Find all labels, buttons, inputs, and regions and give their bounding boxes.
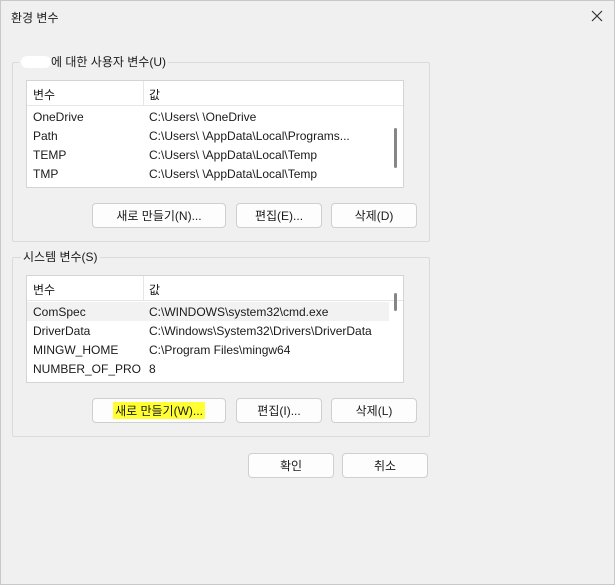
col-header-value[interactable]: 값: [149, 86, 160, 103]
system-edit-button[interactable]: 편집(I)...: [236, 398, 322, 423]
var-value: C:\Windows\System32\Drivers\DriverData: [149, 324, 372, 338]
system-variables-title: 시스템 변수(S): [21, 250, 100, 264]
var-name: TMP: [33, 167, 59, 181]
var-value: C:\Users\ \AppData\Local\Programs...: [149, 129, 350, 143]
user-new-button[interactable]: 새로 만들기(N)...: [92, 203, 226, 228]
col-header-name[interactable]: 변수: [33, 281, 55, 298]
table-row[interactable]: MINGW_HOME C:\Program Files\mingw64: [27, 340, 389, 359]
environment-variables-dialog: 환경 변수 에 대한 사용자 변수(U) 변수 값 OneDrive C:\Us…: [0, 0, 615, 585]
table-row[interactable]: ComSpec C:\WINDOWS\system32\cmd.exe: [27, 302, 389, 321]
title-bar: 환경 변수: [1, 1, 614, 31]
var-name: TEMP: [33, 148, 67, 162]
user-variables-title: 에 대한 사용자 변수(U): [19, 55, 168, 69]
user-table-header: 변수 값: [27, 81, 403, 106]
window-title: 환경 변수: [11, 11, 59, 25]
var-name: NUMBER_OF_PRO...: [33, 362, 141, 376]
user-delete-button[interactable]: 삭제(D): [331, 203, 417, 228]
var-value: 8: [149, 362, 156, 376]
user-variables-table[interactable]: 변수 값 OneDrive C:\Users\ \OneDrive Path C…: [26, 80, 404, 188]
var-name: OneDrive: [33, 110, 84, 124]
redacted-username: [21, 55, 51, 68]
var-value: C:\WINDOWS\system32\cmd.exe: [149, 305, 329, 319]
ok-button[interactable]: 확인: [248, 453, 334, 478]
cancel-button[interactable]: 취소: [342, 453, 428, 478]
user-edit-button[interactable]: 편집(E)...: [236, 203, 322, 228]
var-name: MINGW_HOME: [33, 343, 119, 357]
table-row[interactable]: TEMP C:\Users\ \AppData\Local\Temp: [27, 145, 389, 164]
var-value: C:\Users\ \OneDrive: [149, 110, 257, 124]
table-row[interactable]: Path C:\Users\ \AppData\Local\Programs..…: [27, 126, 389, 145]
table-row[interactable]: NUMBER_OF_PRO... 8: [27, 359, 389, 378]
close-button[interactable]: [586, 5, 608, 27]
col-header-value[interactable]: 값: [149, 281, 160, 298]
user-table-scrollbar[interactable]: [394, 128, 397, 168]
col-header-name[interactable]: 변수: [33, 86, 55, 103]
var-name: DriverData: [33, 324, 91, 338]
var-value: C:\Users\ \AppData\Local\Temp: [149, 167, 318, 181]
system-variables-group: 시스템 변수(S) 변수 값 ComSpec C:\WINDOWS\system…: [12, 250, 430, 437]
user-variables-group: 에 대한 사용자 변수(U) 변수 값 OneDrive C:\Users\ \…: [12, 55, 430, 242]
var-name: Path: [33, 129, 58, 143]
var-value: C:\Program Files\mingw64: [149, 343, 291, 357]
table-row[interactable]: TMP C:\Users\ \AppData\Local\Temp: [27, 164, 389, 183]
table-row[interactable]: DriverData C:\Windows\System32\Drivers\D…: [27, 321, 389, 340]
system-table-header: 변수 값: [27, 276, 403, 301]
system-delete-button[interactable]: 삭제(L): [331, 398, 417, 423]
var-name: ComSpec: [33, 305, 86, 319]
system-variables-table[interactable]: 변수 값 ComSpec C:\WINDOWS\system32\cmd.exe…: [26, 275, 404, 383]
table-row[interactable]: OneDrive C:\Users\ \OneDrive: [27, 107, 389, 126]
close-icon: [591, 10, 603, 22]
system-table-scrollbar[interactable]: [394, 293, 397, 311]
system-new-button[interactable]: 새로 만들기(W)...: [92, 398, 226, 423]
var-value: C:\Users\ \AppData\Local\Temp: [149, 148, 318, 162]
